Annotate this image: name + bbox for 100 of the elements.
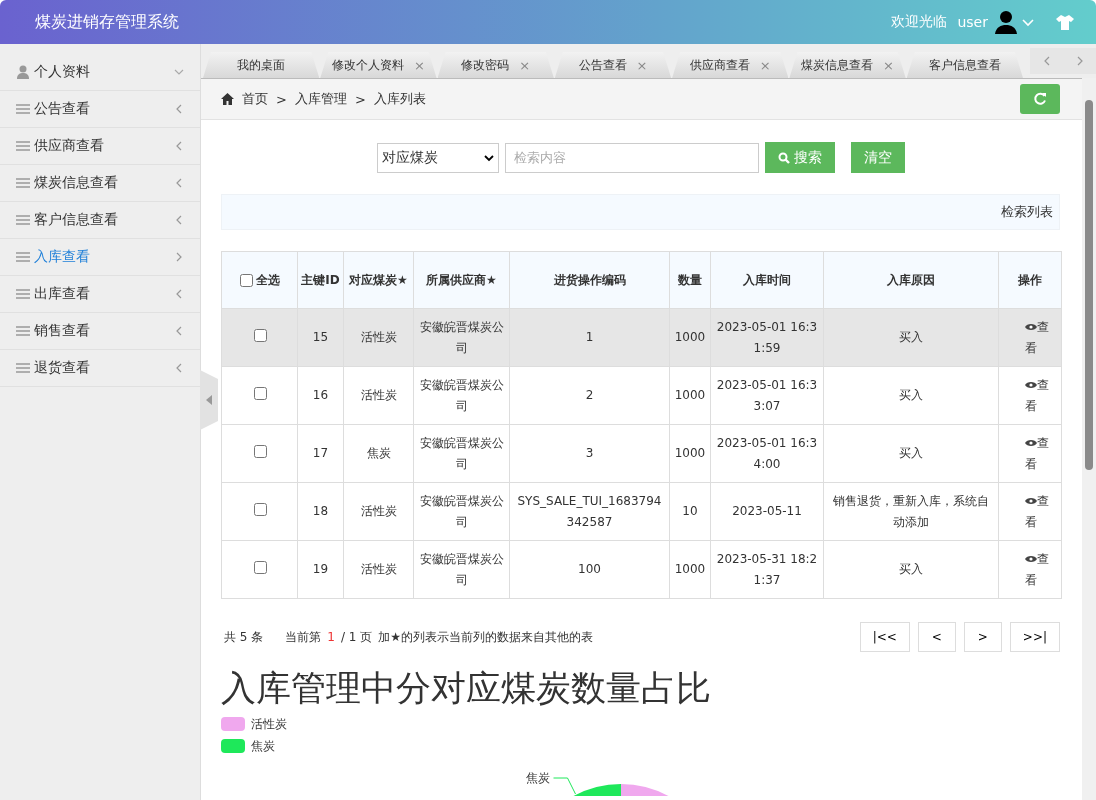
table-cell: 1000 <box>674 562 706 576</box>
leader-line <box>553 777 576 795</box>
breadcrumb-item[interactable]: 入库列表 <box>373 90 426 108</box>
table-cell: 100 <box>578 562 601 576</box>
table-cell: 1000 <box>674 388 706 402</box>
sidebar-item[interactable]: 公告查看 <box>0 91 200 128</box>
field-select[interactable]: 对应煤炭 <box>376 142 499 173</box>
table-cell: 销售退货，重新入库，系统自动添加 <box>833 493 989 529</box>
total-count: 共 5 条 <box>224 628 264 646</box>
search-icon <box>777 151 790 164</box>
column-header: 对应煤炭★ <box>343 251 414 309</box>
sidebar-item[interactable]: 客户信息查看 <box>0 202 200 239</box>
page-tab[interactable]: 我的桌面 <box>203 52 320 78</box>
list-caption: 检索列表 <box>1001 203 1053 221</box>
chevron-right-icon <box>174 252 184 262</box>
table-cell: 2023-05-01 16:33:07 <box>716 377 818 413</box>
eye-icon <box>1025 496 1037 505</box>
scrollbar[interactable] <box>1082 78 1096 800</box>
table-cell: 1 <box>585 330 594 344</box>
legend-label[interactable]: 活性炭 <box>251 716 287 732</box>
table-cell: 1000 <box>674 446 706 460</box>
table-cell: 活性炭 <box>360 562 397 576</box>
search-field[interactable]: 检索内容 <box>504 142 759 173</box>
column-header: 入库原因 <box>823 251 999 309</box>
table-cell: 安徽皖晋煤炭公司 <box>419 377 504 413</box>
row-checkbox[interactable] <box>253 387 267 400</box>
slice-label: 焦炭 <box>525 771 550 785</box>
table-cell: 买入 <box>899 330 923 344</box>
menu-icon <box>16 103 30 115</box>
page-tab[interactable]: 供应商查看 × <box>672 52 789 78</box>
table-cell: 10 <box>682 504 698 518</box>
chevron-left-icon <box>174 104 184 114</box>
page-tab[interactable]: 修改个人资料 × <box>320 52 437 78</box>
star-note: 加★的列表示当前列的数据来自其他的表 <box>378 628 593 646</box>
page-tab[interactable]: 客户信息查看 <box>906 52 1023 78</box>
menu-icon <box>16 214 30 226</box>
table-cell: 2023-05-31 18:21:37 <box>716 551 818 587</box>
select-all-checkbox[interactable] <box>239 273 253 287</box>
page-button[interactable]: < <box>917 622 956 652</box>
column-header: 主键ID <box>297 251 344 309</box>
page-tab[interactable]: 修改密码 × <box>437 52 554 78</box>
table-cell: 安徽皖晋煤炭公司 <box>419 319 504 355</box>
table-cell: 活性炭 <box>360 504 397 518</box>
eye-icon <box>1025 438 1037 447</box>
sidebar-item[interactable]: 供应商查看 <box>0 128 200 165</box>
table-cell: 2 <box>585 388 594 402</box>
page-tab[interactable]: 公告查看 × <box>554 52 672 78</box>
menu-icon <box>16 362 30 374</box>
table-cell: 安徽皖晋煤炭公司 <box>419 435 504 471</box>
welcome-text: 欢迎光临 <box>891 13 948 31</box>
page-tab[interactable]: 煤炭信息查看 × <box>789 52 906 78</box>
table-cell: 安徽皖晋煤炭公司 <box>419 493 504 529</box>
menu-icon <box>16 140 30 152</box>
table-cell: 3 <box>585 446 594 460</box>
menu-icon <box>16 288 30 300</box>
page-info-total: / 1 页 <box>340 628 373 646</box>
sidebar-item[interactable]: 入库查看 <box>0 239 200 276</box>
table-cell: 买入 <box>899 446 923 460</box>
chevron-left-icon <box>174 363 184 373</box>
sidebar-item[interactable]: 个人资料 <box>0 54 200 91</box>
table-cell: 15 <box>312 330 329 344</box>
column-header: 进货操作编码 <box>509 251 670 309</box>
table-cell: 2023-05-01 16:31:59 <box>716 319 818 355</box>
page-info-label: 当前第 <box>285 628 322 646</box>
table-cell: 2023-05-11 <box>732 504 802 518</box>
table-cell: 16 <box>312 388 329 402</box>
user-silhouette-icon[interactable] <box>994 10 1018 34</box>
legend-swatch[interactable] <box>221 717 245 731</box>
sidebar-item[interactable]: 退货查看 <box>0 350 200 387</box>
table-cell: 买入 <box>899 562 923 576</box>
table-cell: 焦炭 <box>366 446 391 460</box>
page-button[interactable]: >>| <box>1009 622 1060 652</box>
menu-icon <box>16 177 30 189</box>
table-cell: 买入 <box>899 388 923 402</box>
legend-swatch[interactable] <box>221 739 245 753</box>
table-cell: 17 <box>312 446 329 460</box>
page-button[interactable]: |<< <box>859 622 910 652</box>
row-checkbox[interactable] <box>253 329 267 342</box>
breadcrumb-separator: > <box>276 91 287 107</box>
page-button[interactable]: > <box>963 622 1002 652</box>
row-checkbox[interactable] <box>253 445 267 458</box>
column-header: 全选 <box>221 251 298 309</box>
breadcrumb-item[interactable]: 入库管理 <box>294 90 347 108</box>
chevron-left-icon <box>174 178 184 188</box>
legend-label[interactable]: 焦炭 <box>251 738 275 754</box>
row-checkbox[interactable] <box>253 561 267 574</box>
table-cell: 18 <box>312 504 329 518</box>
refresh-button[interactable] <box>1020 84 1060 114</box>
sidebar-item[interactable]: 销售查看 <box>0 313 200 350</box>
menu-icon <box>16 325 30 337</box>
sidebar-item[interactable]: 煤炭信息查看 <box>0 165 200 202</box>
column-header: 所属供应商★ <box>413 251 510 309</box>
chevron-left-icon <box>174 326 184 336</box>
sidebar-item[interactable]: 出库查看 <box>0 276 200 313</box>
column-header: 入库时间 <box>710 251 824 309</box>
breadcrumb-item[interactable]: 首页 <box>242 90 268 108</box>
eye-icon <box>1025 380 1037 389</box>
table-cell: 活性炭 <box>360 330 397 344</box>
person-icon <box>16 65 30 79</box>
row-checkbox[interactable] <box>253 503 267 516</box>
